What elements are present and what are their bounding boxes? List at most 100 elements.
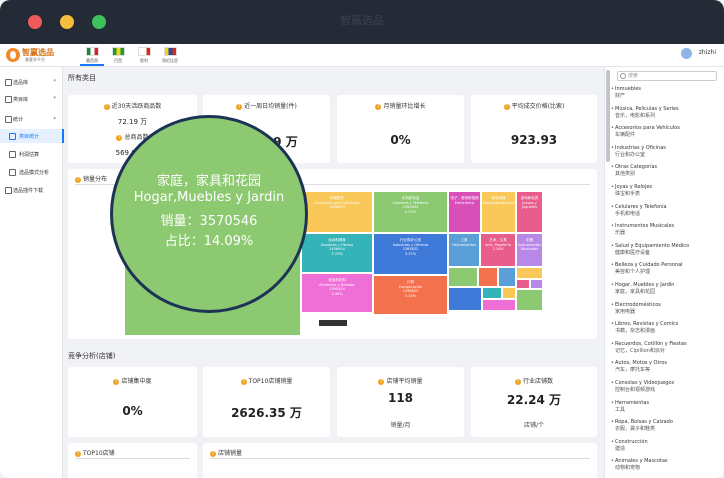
sidebar-item[interactable]: 统计 ▴ (0, 112, 62, 126)
sidebar-item[interactable]: 类目统计 (0, 129, 64, 143)
sidebar-item[interactable]: 利润估算 (0, 147, 62, 161)
category-item[interactable]: Salud y Equipamiento Médico健康和医疗设备 (611, 242, 724, 257)
category-item[interactable]: Inmuebles财产 (611, 86, 724, 100)
category-item[interactable]: Libros, Revistas y Comics书籍，杂志和漫画 (611, 321, 724, 335)
treemap-cell-small[interactable] (448, 267, 478, 287)
kpi-value: 0% (390, 133, 411, 147)
country-name: 巴西 (114, 58, 122, 63)
question-icon[interactable]: ? (103, 103, 110, 110)
question-icon[interactable]: ? (375, 103, 382, 110)
question-icon[interactable]: ? (75, 450, 81, 457)
category-name-es: Otras Categorías (615, 164, 658, 171)
category-item[interactable]: Joyas y Relojes珠宝和手表 (611, 184, 724, 198)
treemap-cell[interactable]: 行业和办公室 Industrias y Oficinas 1365832 5.37% (373, 233, 448, 275)
store-sales-card: ? 店铺销量 (203, 443, 597, 478)
country-tab[interactable]: 墨西哥 (80, 46, 104, 66)
treemap-cell[interactable]: 车辆配件 Accesorios para Vehículos 1956659 (301, 191, 373, 233)
treemap-cell-small[interactable] (482, 287, 502, 299)
treemap-cell-small[interactable] (530, 279, 543, 289)
sidebar-item[interactable]: 类目库 ▾ (0, 92, 62, 106)
category-scrollbar[interactable] (606, 70, 610, 162)
treemap-cell-small[interactable] (516, 279, 530, 289)
cell-label-es: Electrodomésticos (482, 200, 515, 205)
question-icon[interactable]: ? (240, 378, 247, 385)
category-name-es: Construcción (615, 438, 648, 445)
treemap-cell-small[interactable] (502, 287, 516, 299)
sidebar-item[interactable]: 选品库 ▾ (0, 75, 62, 89)
chevron-icon: ▴ (53, 115, 56, 121)
question-icon[interactable]: ? (236, 103, 243, 110)
category-item[interactable]: Consolas y Videojuegos控制台和视频游戏 (611, 380, 724, 394)
sidebar-item[interactable]: 选品模式分析 (0, 165, 62, 179)
sidebar-item-label: 类目统计 (19, 134, 40, 140)
sidebar-item[interactable]: 选品插件下载 (0, 183, 62, 197)
question-icon[interactable]: ? (378, 378, 385, 385)
category-item[interactable]: Instrumentos Musicales乐器 (611, 223, 724, 237)
treemap-cell[interactable]: 乐器 Instrumentos Musicales (516, 233, 543, 267)
kpi-label: ? 月销量环比增长 (375, 103, 426, 110)
category-item[interactable]: Música, Películas y Series音乐，电影和系列 (611, 106, 724, 120)
treemap-cell-small[interactable] (448, 287, 482, 311)
category-name-es: Joyas y Relojes (615, 184, 653, 190)
question-icon[interactable]: ? (113, 378, 120, 385)
category-name-zh: 健康和医疗设备 (615, 249, 651, 256)
tooltip-share: 占比：14.09% (164, 234, 254, 249)
treemap-cell[interactable]: 家用电器 Electrodomésticos (481, 191, 516, 233)
country-tab[interactable]: 智利 (132, 46, 156, 66)
country-tab[interactable]: 哥伦比亚 (158, 46, 182, 66)
question-icon[interactable]: ? (514, 378, 521, 385)
kpi-card-monthly-growth: ? 月销量环比增长 0% (337, 95, 464, 163)
category-item[interactable]: Autos, Motos y Otros汽车，摩托车等 (611, 360, 724, 374)
category-name-es: Hogar, Muebles y Jardín (615, 282, 675, 288)
category-item[interactable]: Ropa, Bolsas y Calzado衣服，袋子和鞋类 (611, 419, 724, 433)
treemap-cell[interactable]: 电子，音频和视频 Electrónica (448, 191, 481, 233)
category-name-es: Salud y Equipamiento Médico (615, 242, 690, 249)
treemap-cell[interactable]: 工具 Herramientas (448, 233, 480, 267)
category-item[interactable]: Recuerdos, Cotillón y Fiestas记忆，Cipillio… (611, 341, 724, 355)
treemap-tooltip: 家庭，家具和花园 Hogar,Muebles y Jardin 销量：35705… (110, 115, 308, 313)
treemap-cell[interactable]: 手机和电话 Celulares y Telefonía 1365832 5.37% (373, 191, 448, 233)
category-name-es: Animales y Mascotas (615, 458, 668, 465)
category-search-input[interactable]: 搜索 (617, 71, 717, 81)
treemap-cell[interactable]: 艺术，文具 Arte, Papelería 2.34% (480, 233, 516, 267)
user-name[interactable]: zhizhi (699, 49, 716, 56)
treemap-cell-small[interactable] (498, 267, 516, 287)
category-item[interactable]: Accesorios para Vehículos车辆配件 (611, 125, 724, 139)
sidebar-item-label: 利润估算 (19, 152, 40, 158)
category-item[interactable]: Otras Categorías其他类别 (611, 164, 724, 178)
treemap-cell[interactable]: 游戏和玩具 Juegos y Juguetes (516, 191, 543, 233)
top-nav: 智赢选品 美客多平台 墨西哥 巴西 智利 哥伦比亚 zhizhi (0, 44, 724, 67)
country-tab[interactable]: 巴西 (106, 46, 130, 66)
treemap-cell[interactable]: 运动和健身 Deportes y Fitness 1456904 5.75% (301, 233, 373, 273)
category-item[interactable]: Belleza y Cuidado Personal美容和个人护理 (611, 262, 724, 276)
chevron-icon: ▾ (53, 78, 56, 84)
kpi-label: ? 店铺平均销量 (378, 378, 423, 385)
kpi-value: 0% (122, 404, 143, 418)
treemap-cell-small[interactable] (516, 289, 543, 311)
cell-label-zh: 电子，音频和视频 (450, 196, 479, 200)
sidebar-item-label: 统计 (13, 117, 24, 123)
country-name: 哥伦比亚 (162, 58, 178, 63)
question-icon[interactable]: ? (503, 103, 510, 110)
category-name-zh: 财产 (615, 93, 626, 99)
category-item[interactable]: Electrodomésticos家用电器 (611, 302, 724, 316)
chart-zoom-handle[interactable] (319, 320, 347, 326)
treemap-cell[interactable]: 计算 Computación 1296825 5.10% (373, 275, 448, 315)
question-icon[interactable]: ? (116, 134, 123, 141)
treemap-cell-small[interactable] (482, 299, 516, 311)
category-item[interactable]: Animales y Mascotas动物和宠物 (611, 458, 724, 472)
category-item[interactable]: Construcción建造 (611, 438, 724, 453)
menu-icon (9, 151, 16, 158)
treemap-cell[interactable]: 食品和饮料 Alimentos y Bebidas 1395454 5.49% (301, 273, 373, 313)
category-item[interactable]: Industrias y Oficinas行业和办公室 (611, 145, 724, 159)
question-icon[interactable]: ? (210, 450, 216, 457)
avatar[interactable] (681, 48, 692, 59)
category-name-es: Ropa, Bolsas y Calzado (615, 419, 673, 426)
category-item[interactable]: Herramientas工具 (611, 400, 724, 414)
category-name-zh: 车辆配件 (615, 132, 636, 139)
category-item[interactable]: Hogar, Muebles y Jardín家庭，家具和花园 (611, 282, 724, 296)
treemap-cell-small[interactable] (516, 267, 543, 279)
category-name-zh: 珠宝和手表 (615, 191, 641, 197)
category-item[interactable]: Celulares y Telefonía手机和电话 (611, 204, 724, 218)
treemap-cell-small[interactable] (478, 267, 498, 287)
